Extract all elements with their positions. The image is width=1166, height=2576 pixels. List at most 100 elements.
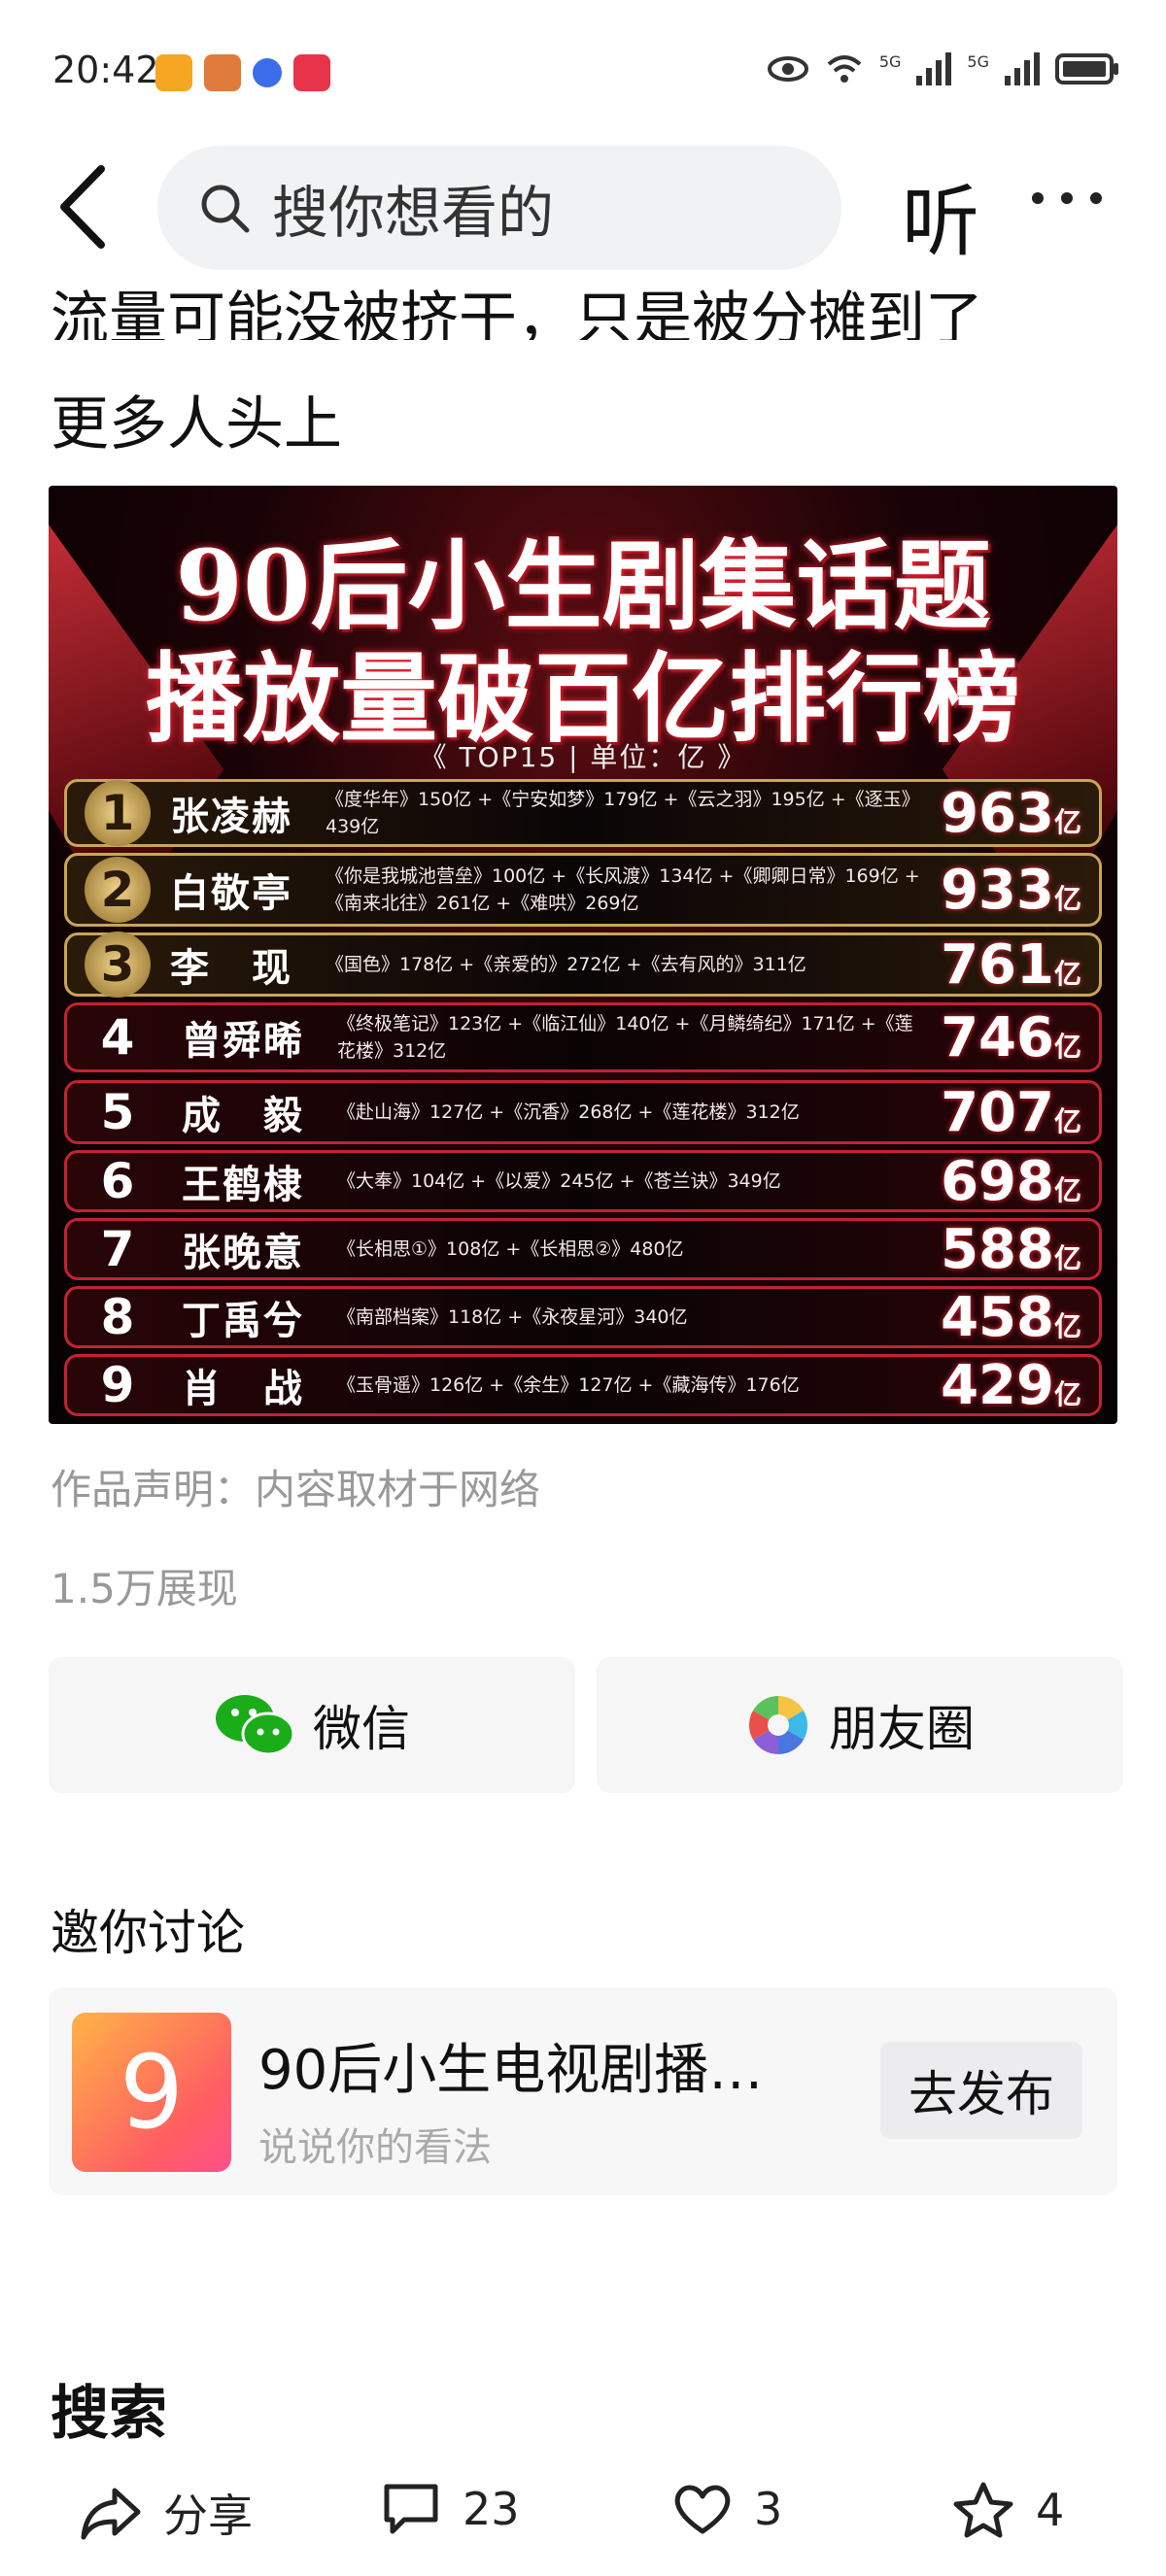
rank-number: 9: [100, 1357, 135, 1413]
total-views: 746亿: [936, 1006, 1099, 1069]
search-section-heading: 搜索: [51, 2380, 167, 2448]
status-bar: 20:42 5G 5G: [0, 0, 1166, 146]
ranking-row: 4 曾舜晞 《终极笔记》123亿 +《临江仙》140亿 +《月鳞绮纪》171亿 +《…: [64, 1002, 1102, 1072]
ranking-row: 3 李 现 《国色》178亿 +《亲爱的》272亿 +《去有风的》311亿 761亿: [64, 932, 1102, 998]
total-value: 963: [941, 781, 1054, 845]
total-unit: 亿: [1053, 1030, 1081, 1063]
actor-name: 肖 战: [182, 1367, 304, 1411]
status-time: 20:42: [52, 49, 159, 91]
content-declaration: 作品声明：内容取材于网络: [51, 1466, 541, 1513]
search-bar[interactable]: 搜你想看的: [157, 146, 841, 270]
total-value: 761: [941, 932, 1054, 997]
drama-list: 《赴山海》127亿 +《沉香》268亿 +《莲花楼》312亿: [337, 1102, 800, 1123]
actor-name: 李 现: [170, 946, 292, 991]
publish-button[interactable]: 去发布: [880, 2042, 1082, 2139]
search-icon: [201, 185, 250, 233]
eye-icon: [767, 56, 808, 82]
total-value: 933: [941, 858, 1054, 922]
network-type-label: 5G: [878, 52, 902, 71]
total-unit: 亿: [1053, 805, 1081, 838]
ranking-row: 1 张凌赫 《度华年》150亿 +《宁安如梦》179亿 +《云之羽》195亿 +《逐…: [64, 779, 1102, 847]
topic-title: 90后小生电视剧播放...: [258, 2039, 812, 2102]
discussion-heading: 邀你讨论: [51, 1905, 245, 1961]
rank-number: 6: [100, 1153, 135, 1209]
drama-list: 《终极笔记》123亿 +《临江仙》140亿 +《月鳞绮纪》171亿 +《莲花楼》…: [337, 1013, 913, 1062]
drama-list: 《南部档案》118亿 +《永夜星河》340亿: [337, 1306, 688, 1328]
rank-number: 1: [85, 780, 151, 846]
total-views: 458亿: [936, 1286, 1099, 1349]
favorite-button[interactable]: 4: [952, 2481, 1064, 2539]
ranking-row: 7 张晚意 《长相思①》108亿 +《长相思②》480亿 588亿: [64, 1217, 1102, 1281]
share-label: 分享: [163, 2490, 253, 2542]
actor-name: 白敬亭: [170, 871, 292, 916]
comment-button[interactable]: 23: [381, 2481, 520, 2537]
app-notification-icon: [155, 54, 192, 91]
drama-list: 《你是我城池营垒》100亿 +《长风渡》134亿 +《卿卿日常》169亿 +《南…: [326, 865, 920, 914]
total-unit: 亿: [1053, 882, 1081, 915]
discussion-topic-card[interactable]: 9 90后小生电视剧播放... 说说你的看法 去发布: [49, 1987, 1117, 2195]
total-unit: 亿: [1053, 1241, 1081, 1274]
drama-list: 《度华年》150亿 +《宁安如梦》179亿 +《云之羽》195亿 +《逐玉》43…: [326, 789, 920, 837]
topic-icon: 9: [72, 2013, 231, 2172]
back-arrow-icon[interactable]: [51, 163, 119, 251]
total-unit: 亿: [1053, 1104, 1081, 1137]
actor-name: 曾舜晞: [182, 1019, 304, 1064]
total-value: 588: [941, 1217, 1054, 1281]
actor-name: 成 毅: [182, 1094, 304, 1138]
app-notification-icon: [204, 54, 241, 91]
moments-icon: [748, 1696, 808, 1754]
article-text-line: 更多人头上: [51, 390, 342, 458]
total-unit: 亿: [1053, 957, 1081, 990]
total-value: 458: [941, 1285, 1054, 1349]
listen-button[interactable]: 听: [902, 159, 979, 272]
rank-number: 3: [85, 932, 151, 998]
rank-number: 2: [85, 857, 151, 923]
battery-icon: [1055, 53, 1118, 85]
total-views: 429亿: [936, 1354, 1099, 1417]
rank-number: 8: [100, 1289, 135, 1345]
total-value: 746: [941, 1005, 1054, 1069]
comment-icon: [384, 2484, 438, 2534]
total-views: 761亿: [936, 933, 1099, 997]
topic-icon-text: 9: [119, 2033, 185, 2152]
drama-list: 《国色》178亿 +《亲爱的》272亿 +《去有风的》311亿: [326, 954, 806, 975]
total-views: 698亿: [936, 1150, 1099, 1213]
total-unit: 亿: [1053, 1309, 1081, 1342]
ranking-row: 2 白敬亭 《你是我城池营垒》100亿 +《长风渡》134亿 +《卿卿日常》169亿…: [64, 853, 1102, 927]
network-type-label: 5G: [967, 52, 989, 71]
share-wechat-button[interactable]: 微信: [49, 1657, 575, 1793]
app-notification-icon: [253, 58, 282, 87]
more-options-icon[interactable]: [1032, 192, 1102, 204]
total-unit: 亿: [1053, 1377, 1081, 1410]
actor-name: 王鹤棣: [182, 1163, 304, 1207]
signal-icon: [1005, 52, 1040, 85]
topic-subtitle: 说说你的看法: [258, 2125, 492, 2170]
wifi-icon: [827, 55, 862, 83]
rank-number: 7: [100, 1221, 135, 1277]
ranking-poster-image[interactable]: 90后小生剧集话题 播放量破百亿排行榜 《 TOP15 | 单位：亿 》 1 张凌…: [49, 486, 1117, 1424]
like-count: 3: [754, 2483, 783, 2535]
favorite-count: 4: [1036, 2484, 1065, 2536]
comment-count: 23: [463, 2483, 520, 2535]
share-icon: [81, 2488, 141, 2540]
drama-list: 《玉骨遥》126亿 +《余生》127亿 +《藏海传》176亿: [337, 1374, 800, 1396]
total-value: 429: [941, 1353, 1054, 1417]
total-value: 698: [941, 1149, 1054, 1213]
share-wechat-label: 微信: [313, 1701, 410, 1757]
like-button[interactable]: 3: [672, 2481, 782, 2537]
ranking-row: 8 丁禹兮 《南部档案》118亿 +《永夜星河》340亿 458亿: [64, 1286, 1102, 1349]
wechat-icon: [216, 1695, 295, 1756]
total-value: 707: [941, 1080, 1054, 1144]
ranking-row: 9 肖 战 《玉骨遥》126亿 +《余生》127亿 +《藏海传》176亿 429亿: [64, 1354, 1102, 1417]
rank-number: 4: [100, 1009, 135, 1066]
ranking-row: 6 王鹤棣 《大奉》104亿 +《以爱》245亿 +《苍兰诀》349亿 698亿: [64, 1150, 1102, 1213]
share-moments-button[interactable]: 朋友圈: [597, 1657, 1123, 1793]
poster-subtitle: 《 TOP15 | 单位：亿 》: [419, 741, 747, 773]
status-indicators: 5G 5G: [767, 52, 1119, 85]
actor-name: 张晚意: [182, 1231, 304, 1275]
rank-number: 5: [100, 1084, 135, 1140]
bottom-action-bar: 分享 23 3 4: [0, 2463, 1166, 2576]
search-placeholder: 搜你想看的: [272, 180, 555, 246]
total-views: 707亿: [936, 1081, 1099, 1144]
share-button[interactable]: 分享: [80, 2481, 253, 2545]
